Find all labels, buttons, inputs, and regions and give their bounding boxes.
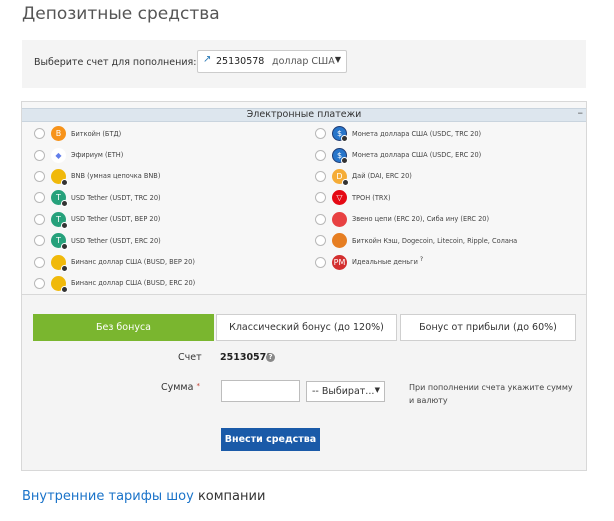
- payment-option-label: ТРОН (TRX): [352, 193, 391, 202]
- payment-option[interactable]: $ Монета доллара США (USDC, ERC 20): [315, 144, 517, 165]
- altcoins-icon: [332, 233, 347, 249]
- radio-button[interactable]: [315, 213, 326, 225]
- tether-icon: T: [51, 211, 68, 229]
- payment-option[interactable]: $ Монета доллара США (USDC, TRC 20): [315, 123, 517, 144]
- payment-option[interactable]: T USD Tether (USDT, BEP 20): [34, 209, 195, 230]
- tether-icon: T: [51, 233, 68, 251]
- radio-button[interactable]: [34, 170, 45, 182]
- payment-list-right: $ Монета доллара США (USDC, TRC 20) $ Монет…: [315, 123, 517, 273]
- payment-option[interactable]: ▽ ТРОН (TRX): [315, 187, 517, 208]
- payment-option[interactable]: Бинанс доллар США (BUSD, ERC 20): [34, 273, 195, 294]
- payment-option-label: Биткойн (БТД): [71, 129, 122, 138]
- payment-option-label: Звено цепи (ERC 20), Сиба ину (ERC 20): [352, 215, 490, 224]
- payment-option[interactable]: Биткойн Кэш, Dogecoin, Litecoin, Ripple,…: [315, 230, 517, 251]
- usdc-icon: $: [332, 126, 348, 143]
- account-select[interactable]: ↗ 25130578 доллар США ▼: [197, 50, 347, 73]
- account-select-label: Выберите счет для пополнения:: [34, 57, 197, 68]
- payment-methods-panel: Электронные платежи – B Биткойн (БТД) ◆ Эфи…: [21, 101, 587, 295]
- collapse-icon[interactable]: –: [578, 107, 584, 118]
- radio-button[interactable]: [34, 213, 45, 225]
- radio-button[interactable]: [315, 256, 326, 268]
- account-value: 25130578: [220, 352, 273, 363]
- help-icon[interactable]: ?: [266, 353, 275, 362]
- payment-option-label: BNB (умная цепочка BNB): [71, 172, 161, 181]
- trend-icon: ↗: [203, 54, 212, 65]
- payment-option[interactable]: ◆ Эфириум (ETH): [34, 144, 195, 165]
- deposit-form: Без бонуса Классический бонус (до 120%) …: [21, 295, 587, 471]
- radio-button[interactable]: [34, 128, 45, 140]
- payment-option-label: Эфириум (ETH): [71, 151, 124, 160]
- account-number: 25130578: [216, 56, 265, 67]
- payment-option-label: USD Tether (USDT, BEP 20): [71, 215, 161, 224]
- radio-button[interactable]: [34, 149, 45, 161]
- tron-icon: ▽: [332, 190, 347, 206]
- perfect-money-icon: PM: [332, 254, 347, 270]
- footer-text: Внутренние тарифы шоу компании: [22, 489, 266, 504]
- payment-option[interactable]: D Дай (DAI, ERC 20): [315, 166, 517, 187]
- tether-icon: T: [51, 190, 68, 208]
- busd-icon: [51, 275, 68, 293]
- dai-icon: D: [332, 168, 349, 186]
- payment-option-label: Биткойн Кэш, Dogecoin, Litecoin, Ripple,…: [352, 236, 518, 245]
- chainlink-icon: [332, 211, 347, 227]
- amount-input[interactable]: [221, 380, 300, 402]
- radio-button[interactable]: [34, 277, 45, 289]
- payment-option[interactable]: Звено цепи (ERC 20), Сиба ину (ERC 20): [315, 209, 517, 230]
- radio-button[interactable]: [34, 192, 45, 204]
- account-currency: доллар США: [272, 56, 335, 67]
- help-icon[interactable]: ?: [420, 256, 423, 263]
- amount-label: Сумма *: [161, 382, 200, 393]
- payment-option[interactable]: T USD Tether (USDT, ERC 20): [34, 230, 195, 251]
- payment-methods-title: Электронные платежи: [246, 109, 362, 120]
- payment-option-label: USD Tether (USDT, ERC 20): [71, 236, 161, 245]
- classic-bonus-button[interactable]: Классический бонус (до 120%): [216, 314, 397, 341]
- bitcoin-icon: B: [51, 126, 66, 142]
- radio-button[interactable]: [315, 235, 326, 247]
- account-select-bar: Выберите счет для пополнения: ↗ 25130578…: [22, 40, 586, 88]
- internal-tariffs-link[interactable]: Внутренние тарифы шоу: [22, 489, 194, 504]
- payment-option-label: Монета доллара США (USDC, ERC 20): [352, 151, 482, 160]
- bnb-icon: [51, 168, 68, 186]
- chevron-down-icon: ▼: [334, 55, 341, 64]
- radio-button[interactable]: [34, 235, 45, 247]
- payment-option-label: Идеальные деньги: [352, 258, 418, 267]
- payment-option[interactable]: BNB (умная цепочка BNB): [34, 166, 195, 187]
- ethereum-icon: ◆: [51, 147, 66, 163]
- payment-methods-header[interactable]: Электронные платежи –: [22, 107, 586, 122]
- payment-option-label: Бинанс доллар США (BUSD, ERC 20): [71, 279, 196, 288]
- payment-list-left: B Биткойн (БТД) ◆ Эфириум (ETH) BNB (умная ц…: [34, 123, 195, 294]
- radio-button[interactable]: [315, 192, 326, 204]
- payment-option-label: USD Tether (USDT, TRC 20): [71, 193, 161, 202]
- no-bonus-button[interactable]: Без бонуса: [33, 314, 214, 341]
- payment-option-label: Дай (DAI, ERC 20): [352, 172, 412, 181]
- account-label: Счет: [178, 352, 202, 363]
- usdc-icon: $: [332, 147, 348, 164]
- deposit-submit-button[interactable]: Внести средства: [221, 428, 320, 451]
- payment-option-label: Монета доллара США (USDC, TRC 20): [352, 129, 482, 138]
- chevron-down-icon: ▼: [374, 386, 380, 394]
- payment-option[interactable]: PM Идеальные деньги?: [315, 251, 517, 272]
- payment-option[interactable]: Бинанс доллар США (BUSD, BEP 20): [34, 251, 195, 272]
- payment-option-label: Бинанс доллар США (BUSD, BEP 20): [71, 258, 195, 267]
- busd-icon: [51, 254, 68, 272]
- amount-hint: При пополнении счета укажите сумму и вал…: [409, 383, 573, 405]
- radio-button[interactable]: [315, 149, 326, 161]
- payment-option[interactable]: T USD Tether (USDT, TRC 20): [34, 187, 195, 208]
- profit-bonus-button[interactable]: Бонус от прибыли (до 60%): [400, 314, 576, 341]
- radio-button[interactable]: [34, 256, 45, 268]
- payment-option[interactable]: B Биткойн (БТД): [34, 123, 195, 144]
- page-title: Депозитные средства: [22, 4, 220, 24]
- radio-button[interactable]: [315, 128, 326, 140]
- radio-button[interactable]: [315, 170, 326, 182]
- currency-select[interactable]: -- Выбират... ▼: [306, 381, 385, 402]
